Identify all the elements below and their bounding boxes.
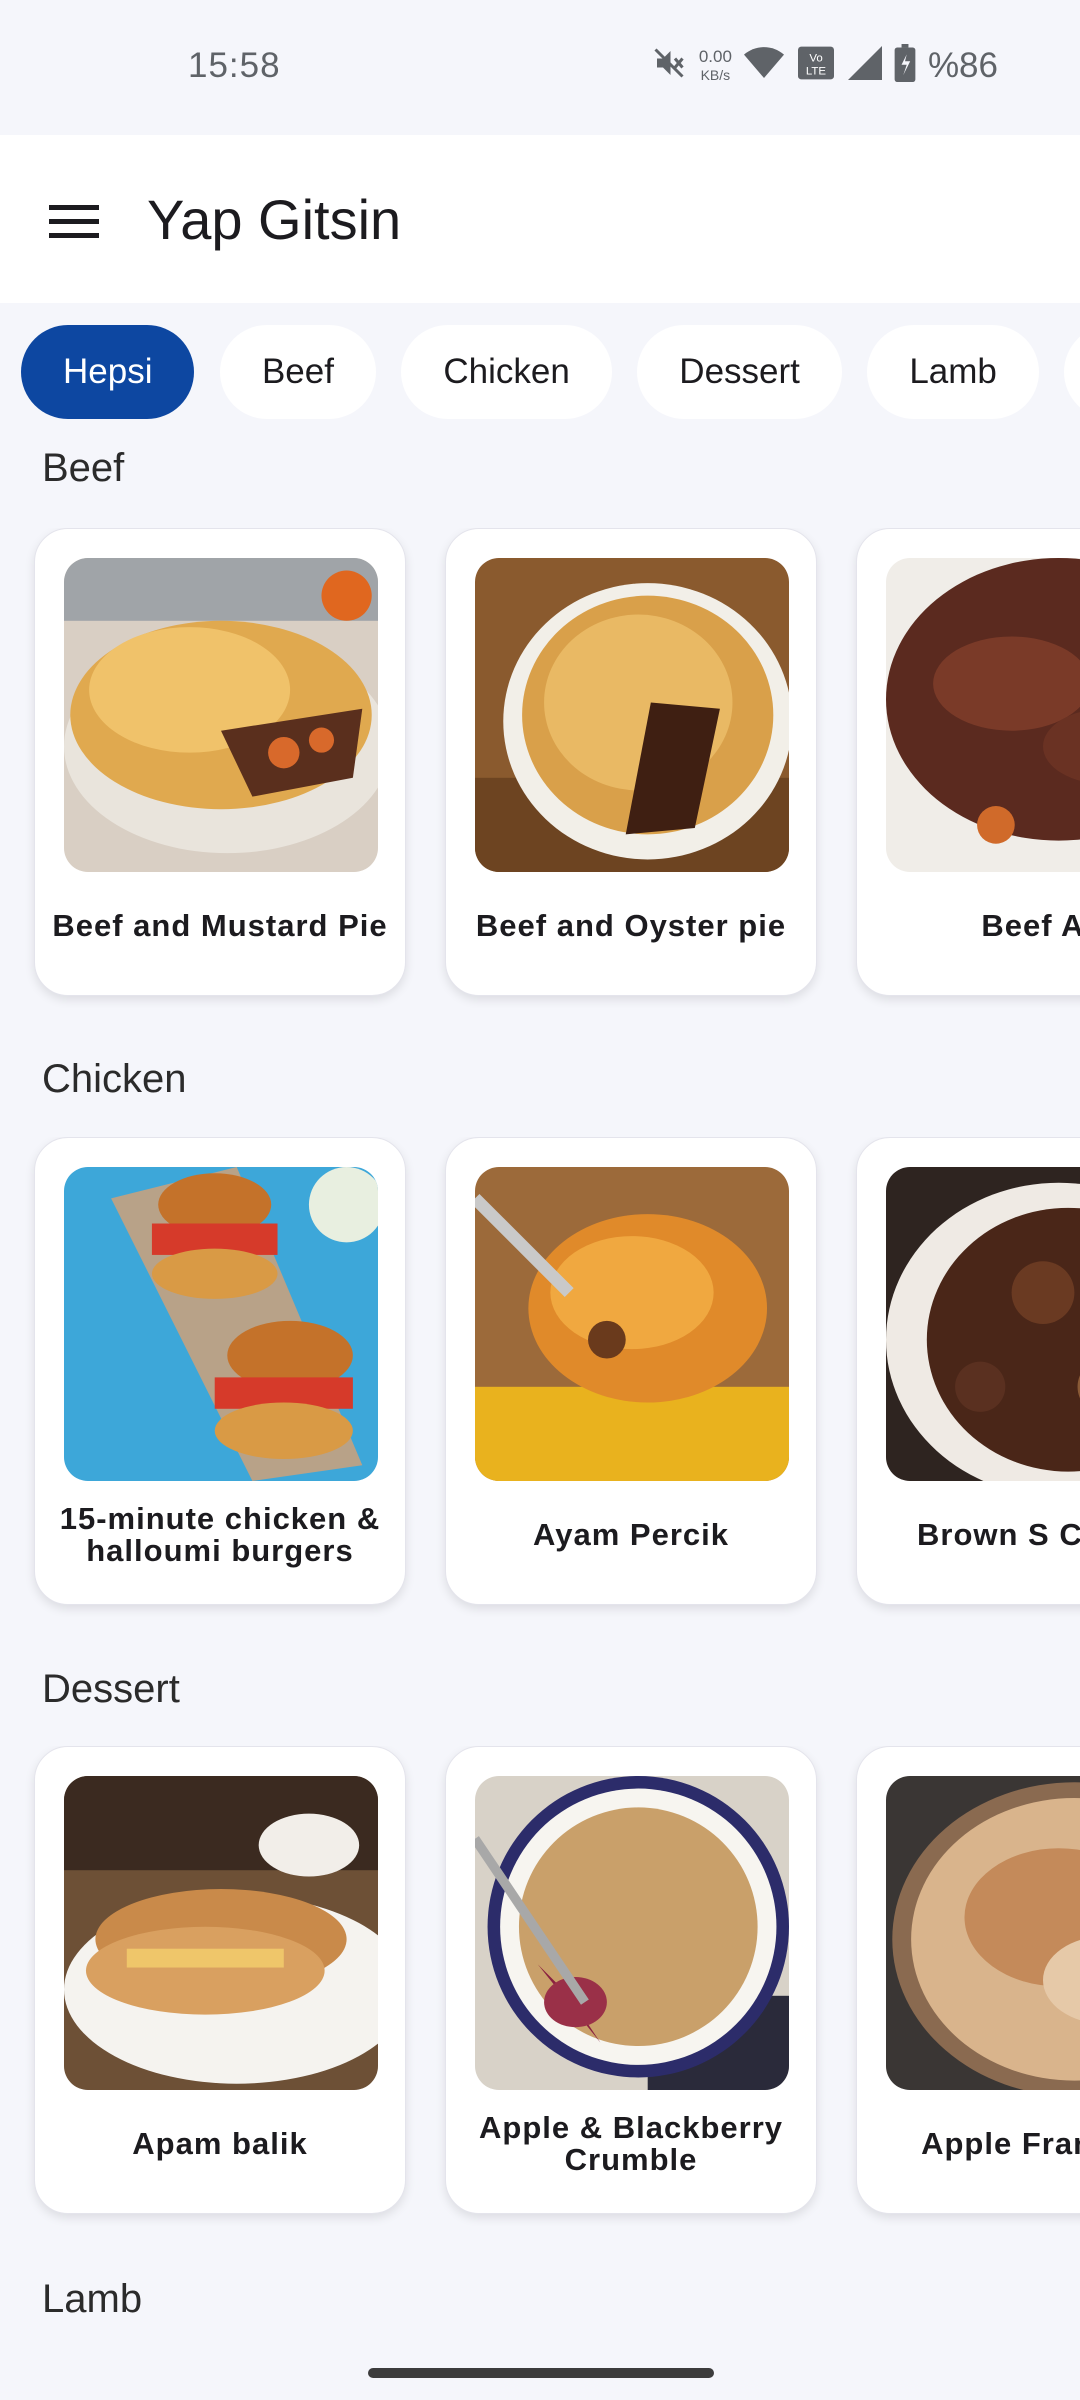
recipe-card[interactable]: Brown S Chicke [856,1137,1080,1605]
status-icons: 0.00 KB/s Vo LTE %86 [651,44,998,87]
chip-beef[interactable]: Beef [219,325,376,419]
recipe-card[interactable]: Apple & Blackberry Crumble [445,1746,817,2214]
signal-icon [847,46,882,85]
section-title-dessert: Dessert [42,1667,180,1711]
chip-lamb[interactable]: Lamb [867,325,1039,419]
menu-icon [49,203,99,244]
battery-percent: %86 [927,45,998,85]
recipe-card[interactable]: Beef As [856,528,1080,996]
recipe-name: Beef and Mustard Pie [52,908,388,943]
recipe-name: Brown S Chicke [917,1517,1080,1552]
recipe-name: Beef and Oyster pie [475,908,787,943]
chip-hepsi[interactable]: Hepsi [21,325,195,419]
recipe-image [886,1167,1080,1481]
recipe-name: Apple & Blackberry Crumble [479,2110,783,2177]
recipe-card[interactable]: Beef and Oyster pie [445,528,817,996]
recipe-image [64,558,378,872]
recipe-card[interactable]: Ayam Percik [445,1137,817,1605]
recipe-image [64,1776,378,2090]
svg-text:LTE: LTE [806,65,826,77]
recipe-card[interactable]: Apple Fran Tart [856,1746,1080,2214]
recipe-name: Apple Fran Tart [921,2126,1080,2161]
home-indicator[interactable] [368,2368,714,2378]
mute-icon [651,45,687,86]
section-title-chicken: Chicken [42,1057,187,1101]
recipe-image [886,558,1080,872]
recipe-name: Ayam Percik [533,1517,729,1552]
recipe-image [886,1776,1080,2090]
recipe-name: 15-minute chicken & halloumi burgers [59,1501,381,1568]
app-bar: Yap Gitsin [0,135,1080,303]
wifi-icon [743,46,784,85]
speed-unit: KB/s [700,66,731,83]
recipe-row-dessert: Apam balik Apple & Blackberry Crumble Ap… [0,1746,1080,2226]
section-title-beef: Beef [42,446,125,490]
recipe-image [475,558,789,872]
battery-icon [894,44,916,87]
status-time: 15:58 [188,46,281,85]
category-filter-bar: Hepsi Beef Chicken Dessert Lamb [0,303,1080,438]
recipe-image [475,1776,789,2090]
recipe-name: Apam balik [132,2126,308,2161]
chip-chicken[interactable]: Chicken [401,325,612,419]
recipe-card[interactable]: 15-minute chicken & halloumi burgers [34,1137,406,1605]
status-bar: 15:58 0.00 KB/s Vo LTE %86 [0,0,1080,135]
section-title-lamb: Lamb [42,2277,143,2321]
recipe-row-beef: Beef and Mustard Pie Beef and Oyster pie [0,528,1080,1008]
recipe-image [475,1167,789,1481]
app-title: Yap Gitsin [147,188,402,251]
recipe-card[interactable]: Apam balik [34,1746,406,2214]
recipe-card[interactable]: Beef and Mustard Pie [34,528,406,996]
svg-text:Vo: Vo [809,52,822,64]
chip-more[interactable] [1064,325,1080,419]
recipe-row-chicken: 15-minute chicken & halloumi burgers Aya… [0,1137,1080,1617]
chip-dessert[interactable]: Dessert [637,325,842,419]
network-speed: 0.00 KB/s [698,46,732,84]
speed-value: 0.00 [698,46,732,66]
recipe-name: Beef As [981,908,1080,943]
menu-button[interactable] [36,185,112,261]
recipe-image [64,1167,378,1481]
volte-icon: Vo LTE [796,45,836,86]
